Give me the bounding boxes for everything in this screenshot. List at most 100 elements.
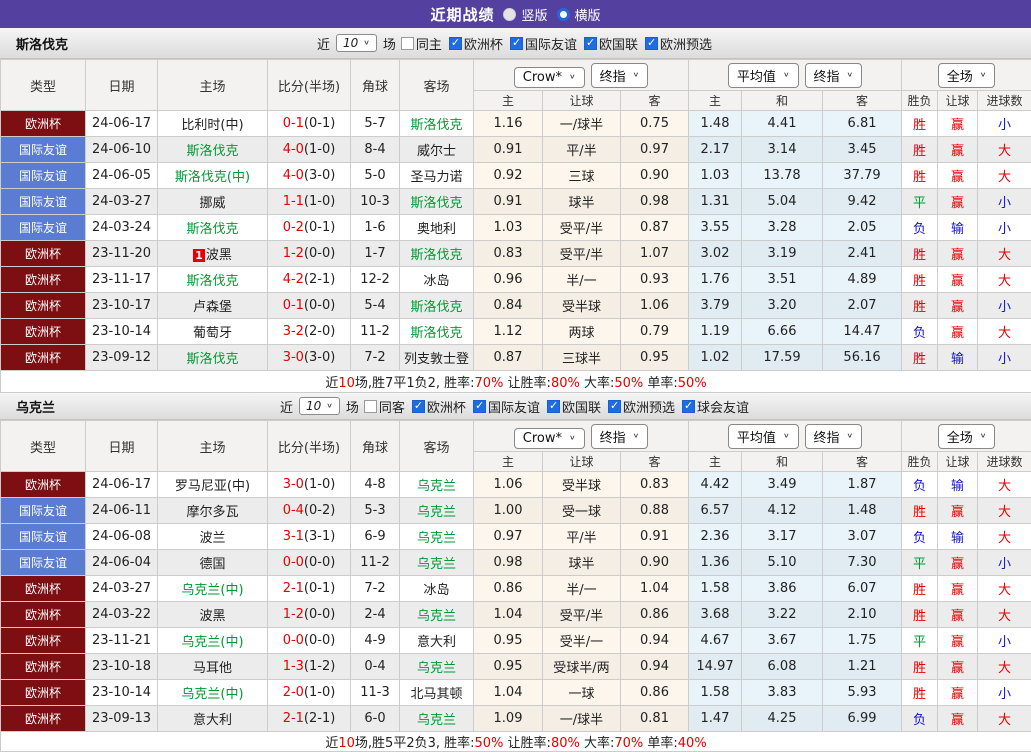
- away-team[interactable]: 乌克兰: [417, 505, 456, 520]
- away-team[interactable]: 冰岛: [423, 583, 449, 598]
- europe-draw-odds: 5.04: [742, 189, 823, 215]
- home-team[interactable]: 斯洛伐克: [186, 352, 238, 367]
- handicap-odds-group: Crow*∨ 终指∨: [474, 60, 689, 91]
- home-team[interactable]: 波黑: [199, 609, 225, 624]
- away-cell: 北马其顿: [400, 680, 474, 706]
- away-team[interactable]: 斯洛伐克: [410, 326, 462, 341]
- home-team[interactable]: 比利时(中): [181, 118, 243, 133]
- away-cell: 乌克兰: [400, 550, 474, 576]
- home-team[interactable]: 波黑: [206, 248, 232, 263]
- home-team[interactable]: 卢森堡: [193, 300, 232, 315]
- scope-select[interactable]: 全场∨: [938, 424, 996, 449]
- league-checkbox[interactable]: 欧国联: [547, 397, 601, 416]
- summary-cell: 近10场,胜5平2负3, 胜率:50% 让胜率:80% 大率:70% 单率:40…: [1, 732, 1031, 752]
- away-team[interactable]: 斯洛伐克: [410, 300, 462, 315]
- home-team[interactable]: 斯洛伐克(中): [175, 170, 250, 185]
- date-cell: 24-03-24: [86, 215, 158, 241]
- near-label: 近: [317, 34, 330, 53]
- odds-time-select[interactable]: 终指∨: [591, 424, 649, 449]
- home-team[interactable]: 葡萄牙: [193, 326, 232, 341]
- avg-time-select[interactable]: 终指∨: [805, 424, 863, 449]
- odds-source-select[interactable]: Crow*∨: [514, 67, 585, 88]
- home-team[interactable]: 波兰: [199, 531, 225, 546]
- league-checkbox[interactable]: 欧洲预选: [645, 34, 712, 53]
- avg-time-select[interactable]: 终指∨: [805, 63, 863, 88]
- away-team[interactable]: 冰岛: [423, 274, 449, 289]
- home-team[interactable]: 德国: [199, 557, 225, 572]
- full-score: 2-1: [283, 581, 304, 596]
- corner-cell: 11-2: [351, 319, 400, 345]
- away-team[interactable]: 斯洛伐克: [410, 118, 462, 133]
- horizontal-view-label[interactable]: 横版: [575, 5, 601, 24]
- result-winlose: 负: [902, 706, 938, 732]
- home-team[interactable]: 意大利: [193, 713, 232, 728]
- handicap-home-odds: 1.04: [474, 602, 543, 628]
- result-handicap: 赢: [938, 267, 978, 293]
- away-team[interactable]: 乌克兰: [417, 713, 456, 728]
- same-venue-checkbox[interactable]: 同主: [401, 34, 442, 53]
- league-checkbox[interactable]: 国际友谊: [510, 34, 577, 53]
- odds-time-select[interactable]: 终指∨: [591, 63, 649, 88]
- league-checkbox[interactable]: 国际友谊: [473, 397, 540, 416]
- corner-cell: 4-8: [351, 472, 400, 498]
- away-team[interactable]: 斯洛伐克: [410, 196, 462, 211]
- scope-select[interactable]: 全场∨: [938, 63, 996, 88]
- same-venue-checkbox[interactable]: 同客: [364, 397, 405, 416]
- horizontal-view-radio[interactable]: [557, 8, 570, 21]
- home-team[interactable]: 斯洛伐克: [186, 274, 238, 289]
- full-score: 4-0: [283, 168, 304, 183]
- home-team[interactable]: 挪威: [199, 196, 225, 211]
- away-cell: 意大利: [400, 628, 474, 654]
- away-cell: 冰岛: [400, 576, 474, 602]
- europe-draw-odds: 4.25: [742, 706, 823, 732]
- home-team[interactable]: 马耳他: [193, 661, 232, 676]
- col-header-4: 角球: [351, 421, 400, 472]
- away-team[interactable]: 意大利: [417, 635, 456, 650]
- europe-odds-group: 平均值∨终指∨: [689, 421, 902, 452]
- handicap-away-odds: 0.91: [621, 524, 689, 550]
- away-team[interactable]: 乌克兰: [417, 557, 456, 572]
- home-team[interactable]: 乌克兰(中): [181, 635, 243, 650]
- away-team[interactable]: 列支敦士登: [404, 352, 469, 367]
- home-team[interactable]: 乌克兰(中): [181, 583, 243, 598]
- away-team[interactable]: 威尔士: [417, 144, 456, 159]
- avg-source-select[interactable]: 平均值∨: [728, 63, 799, 88]
- result-winlose: 胜: [902, 241, 938, 267]
- away-team[interactable]: 北马其顿: [410, 687, 462, 702]
- league-checkbox[interactable]: 欧国联: [584, 34, 638, 53]
- handicap-away-odds: 0.90: [621, 550, 689, 576]
- score-cell: 0-1(0-0): [268, 293, 351, 319]
- home-team[interactable]: 斯洛伐克: [186, 222, 238, 237]
- europe-away-odds: 1.48: [823, 498, 902, 524]
- match-count-select[interactable]: 10∨: [299, 397, 340, 415]
- table-row: 欧洲杯23-10-14乌克兰(中)2-0(1-0)11-3北马其顿1.04一球0…: [1, 680, 1031, 706]
- away-team[interactable]: 圣马力诺: [410, 170, 462, 185]
- away-team[interactable]: 乌克兰: [417, 531, 456, 546]
- vertical-view-radio[interactable]: [503, 8, 516, 21]
- team-section: 斯洛伐克近10∨场同主欧洲杯国际友谊欧国联欧洲预选类型日期主场比分(半场)角球客…: [0, 28, 1031, 393]
- home-team[interactable]: 摩尔多瓦: [186, 505, 238, 520]
- away-team[interactable]: 乌克兰: [417, 609, 456, 624]
- home-cell: 乌克兰(中): [158, 628, 268, 654]
- away-team[interactable]: 斯洛伐克: [410, 248, 462, 263]
- europe-home-odds: 1.58: [689, 576, 742, 602]
- score-cell: 0-4(0-2): [268, 498, 351, 524]
- league-checkbox[interactable]: 欧洲杯: [449, 34, 503, 53]
- avg-source-select[interactable]: 平均值∨: [728, 424, 799, 449]
- away-team[interactable]: 乌克兰: [417, 479, 456, 494]
- vertical-view-label[interactable]: 竖版: [521, 5, 547, 24]
- home-team[interactable]: 罗马尼亚(中): [175, 479, 250, 494]
- odds-source-select[interactable]: Crow*∨: [514, 428, 585, 449]
- home-cell: 德国: [158, 550, 268, 576]
- away-team[interactable]: 奥地利: [417, 222, 456, 237]
- match-count-select[interactable]: 10∨: [336, 34, 377, 52]
- home-team[interactable]: 斯洛伐克: [186, 144, 238, 159]
- league-checkbox[interactable]: 欧洲预选: [608, 397, 675, 416]
- away-team[interactable]: 乌克兰: [417, 661, 456, 676]
- odds-source-select-value: Crow*: [523, 70, 562, 85]
- home-team[interactable]: 乌克兰(中): [181, 687, 243, 702]
- league-checkbox[interactable]: 欧洲杯: [412, 397, 466, 416]
- league-checkbox[interactable]: 球会友谊: [682, 397, 749, 416]
- europe-away-odds: 3.07: [823, 524, 902, 550]
- result-handicap: 赢: [938, 680, 978, 706]
